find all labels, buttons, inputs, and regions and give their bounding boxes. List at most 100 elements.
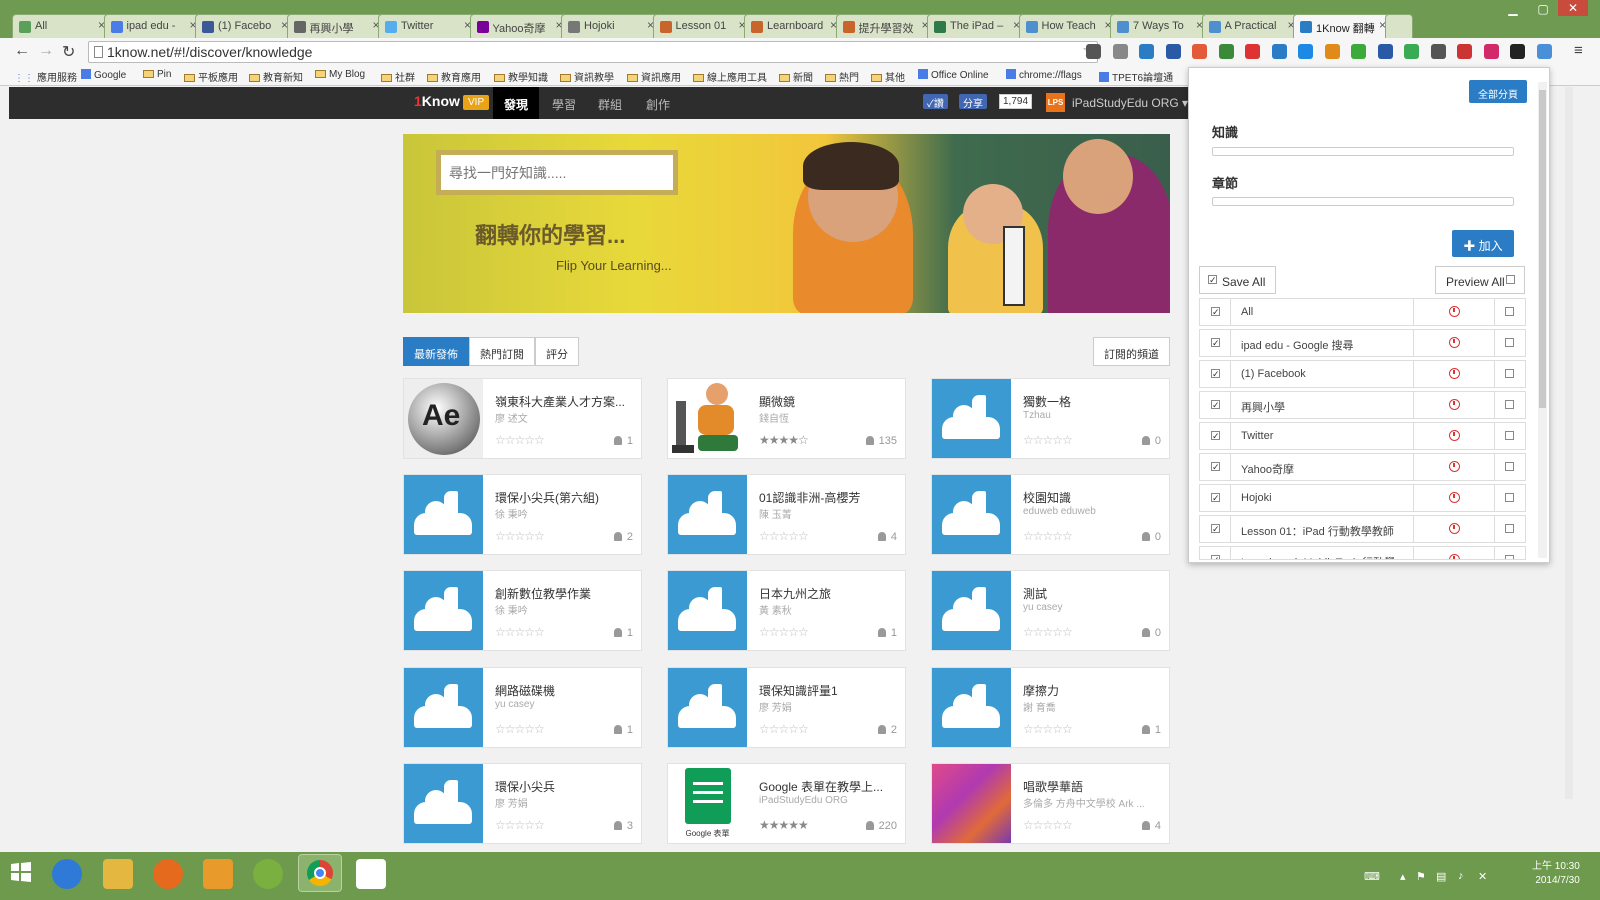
knowledge-card[interactable]: 校園知識 eduweb eduweb ☆☆☆☆☆ 0 (931, 474, 1170, 555)
page-scrollbar[interactable] (1565, 87, 1573, 799)
browser-tab[interactable]: Yahoo奇摩 × (469, 14, 568, 38)
bookmark-item[interactable]: 平板應用 (184, 69, 238, 84)
knowledge-card[interactable]: 摩擦力謝 育喬 ☆☆☆☆☆ 1 (931, 667, 1170, 748)
browser-tab[interactable]: 再興小學 × (286, 14, 385, 38)
tab-latest[interactable]: 最新發佈 (403, 337, 469, 366)
remove-icon[interactable] (1449, 337, 1460, 348)
tab-row-preview-checkbox[interactable] (1505, 555, 1514, 559)
knowledge-card[interactable]: 網路磁碟機 yu casey ☆☆☆☆☆ 1 (403, 667, 642, 748)
card-title[interactable]: 顯微鏡 (759, 393, 899, 410)
bookmark-item[interactable]: ⋮⋮ 應用服務 (14, 69, 77, 84)
browser-tab[interactable]: How Teach × (1018, 14, 1117, 38)
bookmark-item[interactable]: TPET6論壇通 (1099, 69, 1173, 84)
card-title[interactable]: Google 表單在教學上... (759, 778, 899, 795)
subscribed-channels-button[interactable]: 訂閱的頻道 (1093, 337, 1170, 366)
nav-create[interactable]: 創作 (635, 87, 681, 119)
browser-tab[interactable]: (1) Facebo × (195, 14, 293, 38)
facebook-share-button[interactable]: 分享 (959, 94, 987, 110)
bookmark-item[interactable]: 資訊應用 (627, 69, 681, 84)
remove-icon[interactable] (1449, 554, 1460, 559)
extension-icon[interactable] (1404, 44, 1419, 59)
close-window-icon[interactable]: ✕ (1558, 0, 1588, 16)
tab-row-checkbox[interactable]: ✓ (1211, 555, 1220, 559)
remove-icon[interactable] (1449, 523, 1460, 534)
card-title[interactable]: 獨數一格 (1023, 393, 1163, 410)
extension-icon[interactable] (1324, 44, 1340, 59)
card-title[interactable]: 環保小尖兵(第六組) (495, 489, 635, 506)
tab-row-preview-checkbox[interactable] (1505, 431, 1514, 440)
bookmark-item[interactable]: 教育新知 (249, 69, 303, 84)
preview-all-toggle[interactable]: Preview All (1435, 266, 1525, 294)
share-all-tabs-button[interactable]: 全部分頁 (1469, 80, 1527, 103)
tray-arrow-icon[interactable]: ▴ (1400, 870, 1406, 883)
browser-tab[interactable]: 1Know 翻轉 × (1293, 14, 1391, 38)
new-tab-button[interactable] (1384, 14, 1413, 38)
knowledge-card[interactable]: 創新數位教學作業徐 秉吟 ☆☆☆☆☆ 1 (403, 570, 642, 651)
bookmark-item[interactable]: 線上應用工具 (693, 69, 767, 84)
back-icon[interactable]: ← (14, 42, 30, 60)
remove-icon[interactable] (1449, 430, 1460, 441)
knowledge-card[interactable]: 環保小尖兵廖 芳娟 ☆☆☆☆☆ 3 (403, 763, 642, 844)
extension-icon[interactable] (1218, 44, 1234, 59)
volume-icon[interactable]: ♪ (1458, 870, 1464, 882)
knowledge-card[interactable]: 01認識非洲-高櫻芳陳 玉菁 ☆☆☆☆☆ 4 (667, 474, 906, 555)
bookmark-item[interactable]: Google (81, 69, 126, 81)
site-logo[interactable]: 1Know (414, 93, 460, 109)
tab-row-preview-checkbox[interactable] (1505, 462, 1514, 471)
reload-icon[interactable]: ↻ (62, 42, 75, 62)
maximize-icon[interactable]: ▢ (1528, 2, 1558, 16)
browser-tab[interactable]: Hojoki × (561, 14, 659, 38)
bookmark-item[interactable]: Pin (143, 69, 171, 80)
tab-row-preview-checkbox[interactable] (1505, 307, 1514, 316)
network-icon[interactable]: ▤ (1436, 870, 1446, 883)
browser-tab[interactable]: The iPad – × (927, 14, 1025, 38)
browser-tab[interactable]: A Practical × (1201, 14, 1300, 38)
keyboard-icon[interactable]: ⌨ (1364, 870, 1380, 883)
card-title[interactable]: 01認識非洲-高櫻芳 (759, 489, 899, 506)
firefox-icon[interactable] (153, 859, 183, 889)
flag-icon[interactable]: ⚑ (1416, 870, 1426, 883)
bookmark-item[interactable]: Office Online (918, 69, 989, 81)
chapter-field[interactable] (1212, 197, 1514, 206)
tab-row-checkbox[interactable]: ✓ (1211, 338, 1220, 348)
add-button[interactable]: ✚ 加入 (1452, 230, 1514, 257)
tab-row-checkbox[interactable]: ✓ (1211, 307, 1220, 317)
org-menu[interactable]: iPadStudyEdu ORG ▾ (1072, 96, 1188, 110)
knowledge-card[interactable]: 環保知識評量1 廖 芳娟 ☆☆☆☆☆ 2 (667, 667, 906, 748)
card-title[interactable]: 摩擦力 (1023, 682, 1163, 699)
org-avatar[interactable]: LPS (1046, 93, 1065, 112)
browser-tab[interactable]: 提升學習效 × (835, 14, 934, 38)
remove-icon[interactable] (1449, 368, 1460, 379)
bookmark-item[interactable]: 其他 (871, 69, 905, 84)
menu-icon[interactable]: ≡ (1574, 42, 1583, 59)
nav-groups[interactable]: 群組 (587, 87, 633, 119)
save-all-toggle[interactable]: ✓ Save All (1199, 266, 1276, 294)
extension-icon[interactable] (1457, 44, 1472, 59)
tab-row-preview-checkbox[interactable] (1505, 369, 1514, 378)
card-title[interactable]: 網路磁碟機 (495, 682, 635, 699)
tab-row-preview-checkbox[interactable] (1505, 493, 1514, 502)
extension-icon[interactable] (1086, 44, 1101, 59)
knowledge-card[interactable]: 獨數一格 Tzhau ☆☆☆☆☆ 0 (931, 378, 1170, 459)
extension-icon[interactable] (1351, 44, 1366, 59)
card-title[interactable]: 環保知識評量1 (759, 682, 899, 699)
card-title[interactable]: 唱歌學華語 (1023, 778, 1163, 795)
tab-row-checkbox[interactable]: ✓ (1211, 369, 1220, 379)
tab-row-preview-checkbox[interactable] (1505, 524, 1514, 533)
extension-icon[interactable] (1377, 44, 1393, 59)
remove-icon[interactable] (1449, 306, 1460, 317)
save-all-checkbox[interactable]: ✓ (1208, 275, 1217, 285)
knowledge-card[interactable]: 測試 yu casey ☆☆☆☆☆ 0 (931, 570, 1170, 651)
preview-all-checkbox[interactable] (1506, 275, 1515, 284)
bookmark-item[interactable]: 新聞 (779, 69, 813, 84)
knowledge-card[interactable]: 顯微鏡 錢自恆 ★★★★☆ 135 (667, 378, 906, 459)
extension-icon[interactable] (1483, 44, 1499, 59)
browser-tab[interactable]: Lesson 01 × (652, 14, 751, 38)
tab-row-checkbox[interactable]: ✓ (1211, 400, 1220, 410)
extension-icon[interactable] (1430, 44, 1446, 59)
tab-popular[interactable]: 熱門訂閱 (469, 337, 535, 366)
browser-tab[interactable]: Learnboard × (744, 14, 842, 38)
knowledge-card[interactable]: Google 表單 Google 表單在教學上... iPadStudyEdu OR… (667, 763, 906, 844)
chrome-icon[interactable] (298, 854, 342, 892)
file-explorer-icon[interactable] (103, 859, 133, 889)
